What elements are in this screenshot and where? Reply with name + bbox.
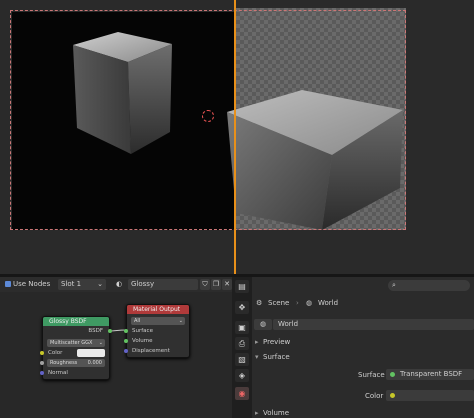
surface-input-socket[interactable] — [124, 329, 128, 333]
breadcrumb-scene: Scene — [268, 299, 290, 307]
displacement-label: Displacement — [132, 348, 170, 354]
breadcrumb-world: World — [318, 299, 339, 307]
world-name: World — [278, 320, 299, 328]
material-browse-icon[interactable]: ◐ — [111, 279, 127, 290]
normal-input-socket[interactable] — [40, 371, 44, 375]
slot-dropdown[interactable]: Slot 1 ⌄ — [58, 279, 106, 290]
bsdf-output-socket[interactable] — [108, 329, 112, 333]
distribution-dropdown[interactable]: Multiscatter GGX ⌄ — [47, 339, 105, 347]
volume-panel-header[interactable]: Volume — [263, 409, 289, 417]
bsdf-output-label: BSDF — [88, 328, 103, 334]
chevron-right-icon[interactable]: ▸ — [255, 338, 259, 346]
roughness-label: Roughness — [50, 360, 78, 366]
color-socket-icon — [390, 393, 395, 398]
world-icon: ◍ — [306, 299, 313, 307]
glossy-node-title: Glossy BSDF — [43, 317, 109, 326]
world-tab-icon[interactable]: ◉ — [235, 387, 249, 400]
node-editor-header: Use Nodes Slot 1 ⌄ ◐ Glossy ⛉ ❐ ✕ — [0, 277, 232, 292]
fake-user-shield-icon[interactable]: ⛉ — [200, 279, 210, 290]
surface-shader-field[interactable]: Transparent BSDF — [386, 369, 474, 380]
color-label: Color — [48, 350, 63, 356]
properties-panel: ⌕ ⚙ Scene › ◍ World ◍ World ▸ Preview ▾ … — [252, 277, 474, 418]
slot-label: Slot 1 — [61, 280, 82, 288]
glossy-bsdf-node[interactable]: Glossy BSDF BSDF Multiscatter GGX ⌄ Color… — [40, 316, 112, 380]
distribution-value: Multiscatter GGX — [50, 340, 93, 346]
material-name-field[interactable]: Glossy — [128, 279, 198, 290]
roughness-field[interactable]: Roughness 0.000 — [47, 359, 105, 367]
displacement-input-socket[interactable] — [124, 349, 128, 353]
target-value: All — [134, 318, 141, 324]
checkbox-icon — [5, 281, 11, 287]
normal-label: Normal — [48, 370, 68, 376]
3d-viewport[interactable] — [0, 0, 474, 274]
brush-cursor-icon — [202, 110, 214, 122]
view-layer-tab-icon[interactable]: ▧ — [235, 353, 249, 366]
material-output-title: Material Output — [127, 305, 189, 314]
target-dropdown[interactable]: All ⌄ — [131, 317, 185, 325]
roughness-value: 0.000 — [87, 360, 102, 366]
use-nodes-toggle[interactable]: Use Nodes — [2, 279, 54, 290]
chevron-down-icon: ⌄ — [97, 280, 103, 288]
surface-field-label: Surface — [358, 371, 385, 379]
roughness-input-socket[interactable] — [40, 361, 44, 365]
material-output-node[interactable]: Material Output All ⌄ Surface Volume Disp… — [124, 304, 190, 358]
use-nodes-label: Use Nodes — [13, 280, 51, 288]
volume-label: Volume — [132, 338, 153, 344]
color-input-socket[interactable] — [40, 351, 44, 355]
world-color-field[interactable] — [386, 390, 474, 401]
surface-shader-value: Transparent BSDF — [400, 370, 463, 378]
preview-panel-header[interactable]: Preview — [263, 338, 290, 346]
tool-tab-icon[interactable]: ✥ — [235, 301, 249, 314]
search-icon: ⌕ — [392, 281, 396, 289]
volume-input-socket[interactable] — [124, 339, 128, 343]
chevron-down-icon[interactable]: ▾ — [255, 353, 259, 361]
close-icon[interactable]: ✕ — [222, 279, 232, 290]
node-link — [107, 329, 127, 332]
surface-label: Surface — [132, 328, 153, 334]
region-split-line[interactable] — [234, 0, 236, 274]
render-tab-icon[interactable]: ▣ — [235, 321, 249, 334]
breadcrumb-separator-icon: › — [296, 299, 299, 307]
output-tab-icon[interactable]: ⎙ — [235, 337, 249, 350]
world-browse-icon[interactable]: ◍ — [254, 319, 272, 330]
properties-tab-strip: ▤ ✥ ▣ ⎙ ▧ ◈ ◉ — [232, 277, 252, 418]
duplicate-icon[interactable]: ❐ — [211, 279, 221, 290]
surface-panel-header[interactable]: Surface — [263, 353, 290, 361]
material-name: Glossy — [131, 280, 155, 288]
scene-icon: ⚙ — [256, 299, 263, 307]
chevron-right-icon[interactable]: ▸ — [255, 409, 259, 417]
editor-type-icon[interactable]: ▤ — [235, 280, 249, 293]
world-name-field[interactable]: World — [273, 319, 474, 330]
node-editor-canvas[interactable]: Glossy BSDF BSDF Multiscatter GGX ⌄ Color… — [0, 292, 232, 418]
shader-socket-icon — [390, 372, 395, 377]
color-swatch[interactable] — [77, 349, 105, 357]
properties-search[interactable]: ⌕ — [388, 280, 470, 291]
world-color-label: Color — [365, 392, 384, 400]
scene-tab-icon[interactable]: ◈ — [235, 369, 249, 382]
